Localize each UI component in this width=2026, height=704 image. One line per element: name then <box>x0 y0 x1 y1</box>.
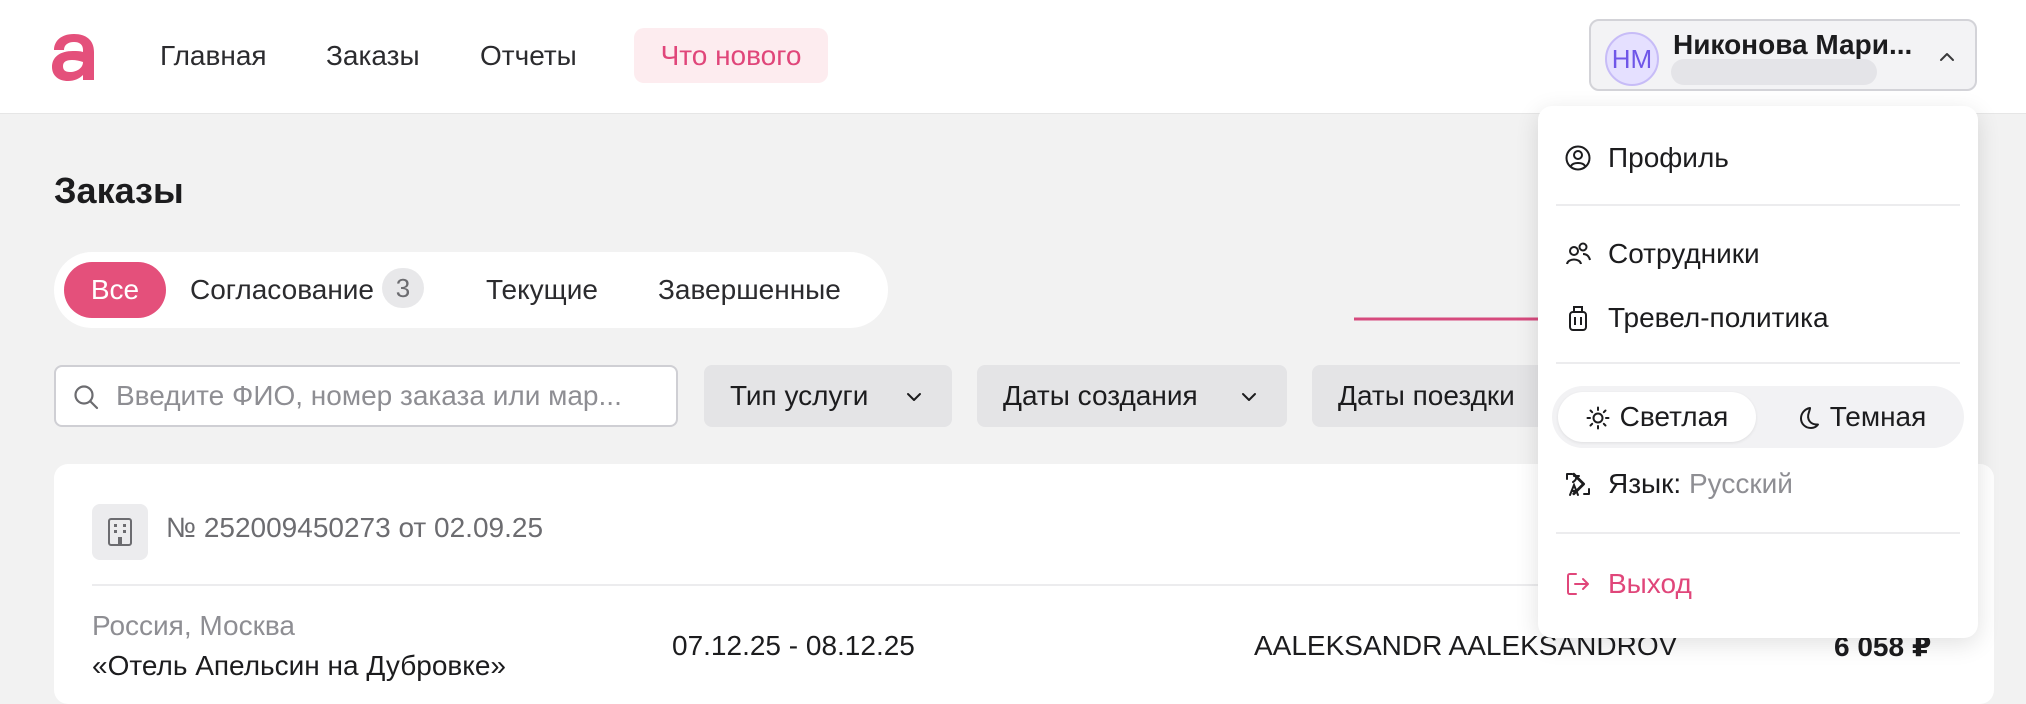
user-dropdown-menu: Профиль Сотрудники Тревел-политика Светл… <box>1538 106 1978 638</box>
chevron-up-icon <box>1940 53 1954 61</box>
nav-whats-new[interactable]: Что нового <box>634 28 828 83</box>
theme-switch: Светлая Темная <box>1552 386 1964 448</box>
order-hotel: «Отель Апельсин на Дубровке» <box>92 650 506 681</box>
menu-divider <box>1556 362 1960 364</box>
menu-item-logout[interactable]: Выход <box>1564 562 1692 606</box>
menu-item-employees[interactable]: Сотрудники <box>1564 232 1760 276</box>
profile-icon <box>1565 145 1591 171</box>
theme-light-option[interactable]: Светлая <box>1558 392 1756 442</box>
divider <box>92 584 1582 586</box>
top-header: Главная Заказы Отчеты Что нового НМ Нико… <box>0 0 2026 114</box>
order-city: Россия, Москва <box>92 610 295 641</box>
search-icon <box>74 385 99 410</box>
language-label: Язык: <box>1608 468 1682 499</box>
filter-service-type[interactable]: Тип услуги <box>704 365 952 427</box>
sun-icon <box>1586 406 1610 430</box>
search-field[interactable] <box>54 365 678 427</box>
annotation-arrow <box>1354 310 1558 328</box>
building-icon <box>108 518 132 546</box>
chevron-down-icon <box>1242 393 1256 401</box>
nav-orders[interactable]: Заказы <box>326 38 420 74</box>
theme-dark-label: Темная <box>1829 401 1927 432</box>
menu-item-travel-policy[interactable]: Тревел-политика <box>1564 296 1829 340</box>
menu-divider <box>1556 532 1960 534</box>
user-menu-button[interactable]: НМ Никонова Мари... <box>1589 19 1977 91</box>
menu-item-profile-label: Профиль <box>1608 142 1729 173</box>
order-dates: 07.12.25 - 08.12.25 <box>672 630 915 661</box>
filter-trip-dates-label: Даты поездки <box>1338 380 1515 411</box>
tab-approval[interactable]: Согласование 3 <box>190 262 424 318</box>
menu-item-profile[interactable]: Профиль <box>1564 136 1729 180</box>
logo-icon[interactable] <box>50 32 98 82</box>
chevron-down-icon <box>907 393 921 401</box>
avatar: НМ <box>1605 32 1659 86</box>
chevron-right-icon <box>1572 472 1585 496</box>
search-input[interactable] <box>116 375 656 417</box>
tab-all[interactable]: Все <box>64 262 166 318</box>
theme-light-label: Светлая <box>1619 401 1729 432</box>
user-name: Никонова Мари... <box>1673 29 1913 60</box>
users-icon <box>1566 242 1591 265</box>
filter-service-type-label: Тип услуги <box>730 380 869 411</box>
approval-count-badge: 3 <box>382 268 424 308</box>
menu-item-logout-label: Выход <box>1608 568 1692 599</box>
menu-divider <box>1556 204 1960 206</box>
language-value: Русский <box>1689 468 1793 499</box>
menu-item-employees-label: Сотрудники <box>1608 238 1760 269</box>
order-number: № 252009450273 от 02.09.25 <box>166 512 544 543</box>
user-subtitle-placeholder <box>1671 59 1877 85</box>
tab-completed[interactable]: Завершенные <box>658 262 841 318</box>
logout-icon <box>1567 573 1589 595</box>
tab-current[interactable]: Текущие <box>486 262 598 318</box>
suitcase-icon <box>1569 306 1587 331</box>
menu-item-travel-policy-label: Тревел-политика <box>1608 302 1829 333</box>
filter-creation-dates[interactable]: Даты создания <box>977 365 1287 427</box>
theme-dark-option[interactable]: Темная <box>1768 392 1954 442</box>
filter-creation-dates-label: Даты создания <box>1003 380 1198 411</box>
tab-approval-label: Согласование <box>190 274 374 305</box>
company-icon-box <box>92 504 148 560</box>
order-tabs: Все Согласование 3 Текущие Завершенные <box>54 252 888 328</box>
nav-reports[interactable]: Отчеты <box>480 38 577 74</box>
nav-main[interactable]: Главная <box>160 38 267 74</box>
moon-icon <box>1799 407 1819 429</box>
menu-item-language[interactable]: Язык: Русский <box>1564 462 1952 506</box>
page-title: Заказы <box>54 170 184 211</box>
